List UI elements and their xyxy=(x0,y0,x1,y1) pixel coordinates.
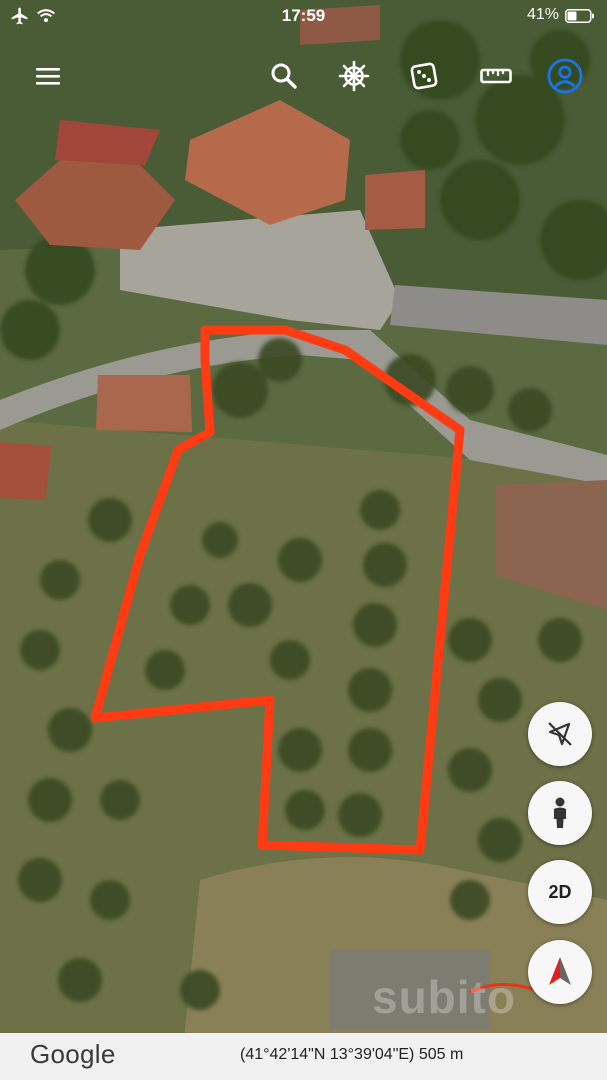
location-off-icon xyxy=(548,722,572,746)
search-button[interactable] xyxy=(266,58,302,94)
helm-icon xyxy=(338,60,370,92)
feeling-lucky-button[interactable] xyxy=(406,58,442,94)
account-button[interactable] xyxy=(547,58,583,94)
pegman-icon xyxy=(554,797,566,828)
google-logo: Google xyxy=(30,1039,116,1069)
watermark-text: subito xyxy=(372,971,516,1023)
compass-button[interactable] xyxy=(528,940,592,1004)
altitude-text: 505 m xyxy=(418,1046,464,1063)
dice-icon xyxy=(410,62,438,90)
voyager-button[interactable] xyxy=(336,58,372,94)
status-bar: 17:59 41% xyxy=(0,0,607,32)
view-mode-label: 2D xyxy=(548,881,572,902)
coordinates-text: (41°42'14"N 13°39'04"E) xyxy=(240,1046,415,1063)
search-icon xyxy=(271,63,297,89)
menu-icon xyxy=(36,68,60,85)
street-view-button[interactable] xyxy=(528,781,592,845)
compass-icon xyxy=(549,957,571,985)
bottom-info-bar: Google (41°42'14"N 13°39'04"E) 505 m xyxy=(0,1033,607,1080)
satellite-map[interactable] xyxy=(0,0,607,1080)
battery-percent: 41% xyxy=(526,6,559,23)
coordinates-readout: (41°42'14"N 13°39'04"E) 505 m xyxy=(240,1046,463,1064)
my-location-button[interactable] xyxy=(528,702,592,766)
account-icon xyxy=(547,58,583,94)
view-mode-2d-button[interactable]: 2D xyxy=(528,860,592,924)
menu-button[interactable] xyxy=(30,58,66,94)
measure-button[interactable] xyxy=(478,58,514,94)
battery-icon xyxy=(565,9,594,23)
clock: 17:59 xyxy=(281,6,326,25)
ruler-icon xyxy=(480,68,512,84)
